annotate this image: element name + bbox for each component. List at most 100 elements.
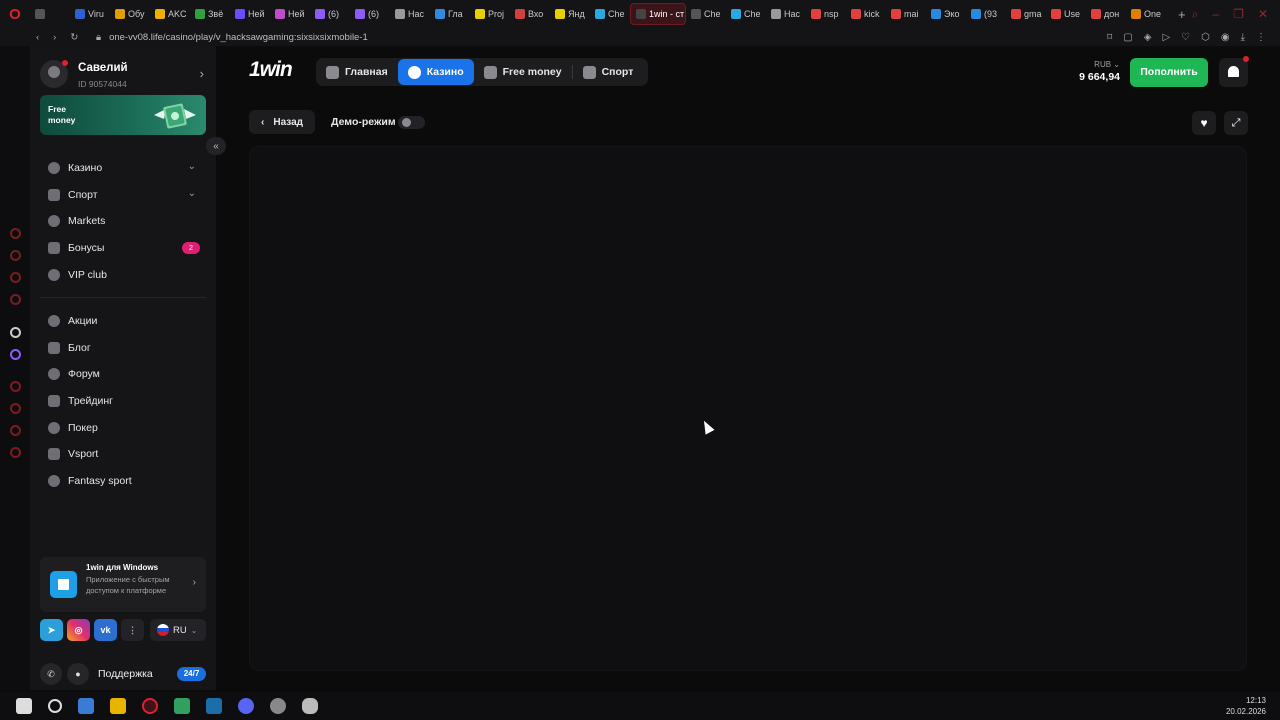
browser-tab[interactable]: Нас bbox=[390, 3, 430, 25]
taskbar-app-icon[interactable] bbox=[174, 698, 190, 714]
browser-tab[interactable]: Гла bbox=[430, 3, 470, 25]
reload-icon[interactable]: ↻ bbox=[70, 32, 78, 43]
steam-icon[interactable] bbox=[206, 698, 222, 714]
settings-icon[interactable] bbox=[10, 447, 21, 458]
system-clock[interactable]: 12:13 20.02.2026 bbox=[1226, 695, 1266, 717]
sidebar-item[interactable]: Markets bbox=[40, 208, 206, 235]
browser-tab[interactable]: kick bbox=[846, 3, 886, 25]
taskbar-app-icon[interactable] bbox=[302, 698, 318, 714]
collapse-sidebar-button[interactable]: « bbox=[206, 137, 226, 155]
browser-tab[interactable]: gma bbox=[1006, 3, 1046, 25]
start-icon[interactable] bbox=[16, 698, 32, 714]
sidebar-item[interactable]: Форум bbox=[40, 361, 206, 388]
more-icon[interactable]: ⋮ bbox=[121, 619, 144, 641]
chevron-down-icon[interactable]: ⌄ bbox=[188, 188, 196, 199]
new-tab-button[interactable]: + bbox=[1172, 7, 1192, 22]
browser-tab[interactable]: Эко bbox=[926, 3, 966, 25]
user-profile[interactable]: Савелий ID 90574044 › bbox=[40, 58, 206, 90]
browser-tab[interactable]: дон bbox=[1086, 3, 1126, 25]
snapshot-icon[interactable]: ▢ bbox=[1123, 32, 1132, 43]
clock-icon[interactable] bbox=[10, 403, 21, 414]
back-nav-icon[interactable]: ‹ bbox=[36, 32, 39, 43]
language-select[interactable]: RU ⌄ bbox=[150, 619, 206, 641]
opera-taskbar-icon[interactable] bbox=[142, 698, 158, 714]
taskbar-app-icon[interactable] bbox=[78, 698, 94, 714]
chat-icon[interactable]: ● bbox=[67, 663, 89, 685]
browser-tab[interactable]: AKC bbox=[150, 3, 190, 25]
browser-tab[interactable]: Вхо bbox=[510, 3, 550, 25]
deposit-button[interactable]: Пополнить bbox=[1130, 58, 1208, 87]
browser-tab[interactable]: Ней bbox=[270, 3, 310, 25]
browser-tab[interactable]: mai bbox=[886, 3, 926, 25]
browser-tab[interactable]: nsp bbox=[806, 3, 846, 25]
balance[interactable]: RUB ⌄ 9 664,94 bbox=[1079, 60, 1120, 83]
minimize-button[interactable]: – bbox=[1212, 7, 1219, 22]
maximize-button[interactable]: ❐ bbox=[1233, 7, 1244, 22]
opera-logo-icon[interactable]: O bbox=[0, 0, 30, 28]
sidebar-item[interactable]: Акции bbox=[40, 308, 206, 335]
file-explorer-icon[interactable] bbox=[110, 698, 126, 714]
vk-icon[interactable]: vk bbox=[94, 619, 117, 641]
chevron-right-icon[interactable]: › bbox=[200, 66, 204, 81]
close-window-button[interactable]: ✕ bbox=[1258, 7, 1268, 22]
sidebar-item[interactable]: Блог bbox=[40, 335, 206, 362]
chevron-down-icon[interactable]: ⌄ bbox=[188, 161, 196, 172]
back-button[interactable]: ‹ Назад bbox=[249, 110, 315, 134]
search-icon[interactable] bbox=[48, 699, 62, 713]
forward-nav-icon[interactable]: › bbox=[53, 32, 56, 43]
site-logo[interactable]: 1win bbox=[249, 58, 293, 82]
browser-tab[interactable]: Viru bbox=[70, 3, 110, 25]
search-tabs-icon[interactable]: ⌕ bbox=[1192, 7, 1199, 22]
browser-tab[interactable]: Use bbox=[1046, 3, 1086, 25]
game-frame[interactable] bbox=[249, 146, 1247, 671]
play-icon[interactable]: ▷ bbox=[1162, 32, 1170, 43]
telegram-icon[interactable]: ➤ bbox=[40, 619, 63, 641]
nav-tab[interactable]: Free money bbox=[474, 59, 572, 85]
browser-tab[interactable]: Che bbox=[686, 3, 726, 25]
twitch-icon[interactable] bbox=[10, 349, 21, 360]
sidebar-item[interactable]: Трейдинг bbox=[40, 388, 206, 415]
phone-icon[interactable]: ✆ bbox=[40, 663, 62, 685]
browser-tab[interactable]: Ней bbox=[230, 3, 270, 25]
browser-tab[interactable]: Che bbox=[590, 3, 630, 25]
browser-tab[interactable]: 1win - ст bbox=[630, 3, 686, 25]
avatar[interactable] bbox=[40, 60, 68, 88]
aria-icon[interactable] bbox=[10, 327, 21, 338]
discord-icon[interactable] bbox=[238, 698, 254, 714]
flow-icon[interactable] bbox=[10, 425, 21, 436]
sidebar-item[interactable]: Vsport bbox=[40, 441, 206, 468]
player-icon[interactable] bbox=[10, 381, 21, 392]
pinboard-icon[interactable] bbox=[10, 294, 21, 305]
favorite-button[interactable]: ♥ bbox=[1192, 111, 1216, 135]
profile-icon[interactable]: ◉ bbox=[1221, 32, 1230, 43]
support-label[interactable]: Поддержка bbox=[98, 668, 153, 680]
browser-tab[interactable]: Обу bbox=[110, 3, 150, 25]
free-money-banner[interactable]: Free money bbox=[40, 95, 206, 135]
url-field[interactable]: one-vv08.life/casino/play/v_hacksawgamin… bbox=[109, 32, 368, 43]
extensions-icon[interactable]: ⬡ bbox=[1201, 32, 1210, 43]
browser-tab[interactable]: Нас bbox=[766, 3, 806, 25]
sidebar-item[interactable]: VIP club bbox=[40, 261, 206, 288]
instagram-icon[interactable]: ◎ bbox=[67, 619, 90, 641]
sidebar-item[interactable]: Бонусы 2 bbox=[40, 235, 206, 262]
bookmark-icon[interactable]: ⌑ bbox=[1107, 32, 1112, 43]
nav-tab[interactable]: Главная bbox=[316, 59, 398, 85]
nav-tab[interactable]: Казино bbox=[397, 59, 474, 85]
browser-tab[interactable]: (6) bbox=[350, 3, 390, 25]
obs-icon[interactable] bbox=[270, 698, 286, 714]
bag-icon[interactable] bbox=[10, 250, 21, 261]
download-icon[interactable]: ⤓ bbox=[1241, 32, 1245, 43]
sidebar-item[interactable]: Казино ⌄ bbox=[40, 155, 206, 182]
shield-icon[interactable]: ◈ bbox=[1144, 32, 1152, 43]
browser-tab[interactable]: One bbox=[1126, 3, 1166, 25]
notifications-button[interactable] bbox=[1219, 56, 1249, 87]
browser-tab[interactable] bbox=[30, 3, 70, 25]
heart-icon[interactable]: ♡ bbox=[1181, 32, 1190, 43]
nav-tab[interactable]: Спорт bbox=[573, 59, 644, 85]
history-icon[interactable] bbox=[10, 228, 21, 239]
browser-tab[interactable]: (6) bbox=[310, 3, 350, 25]
browser-tab[interactable]: Proj bbox=[470, 3, 510, 25]
browser-tab[interactable]: (93 bbox=[966, 3, 1006, 25]
browser-tab[interactable]: Che bbox=[726, 3, 766, 25]
menu-icon[interactable]: ⋮ bbox=[1256, 32, 1266, 43]
